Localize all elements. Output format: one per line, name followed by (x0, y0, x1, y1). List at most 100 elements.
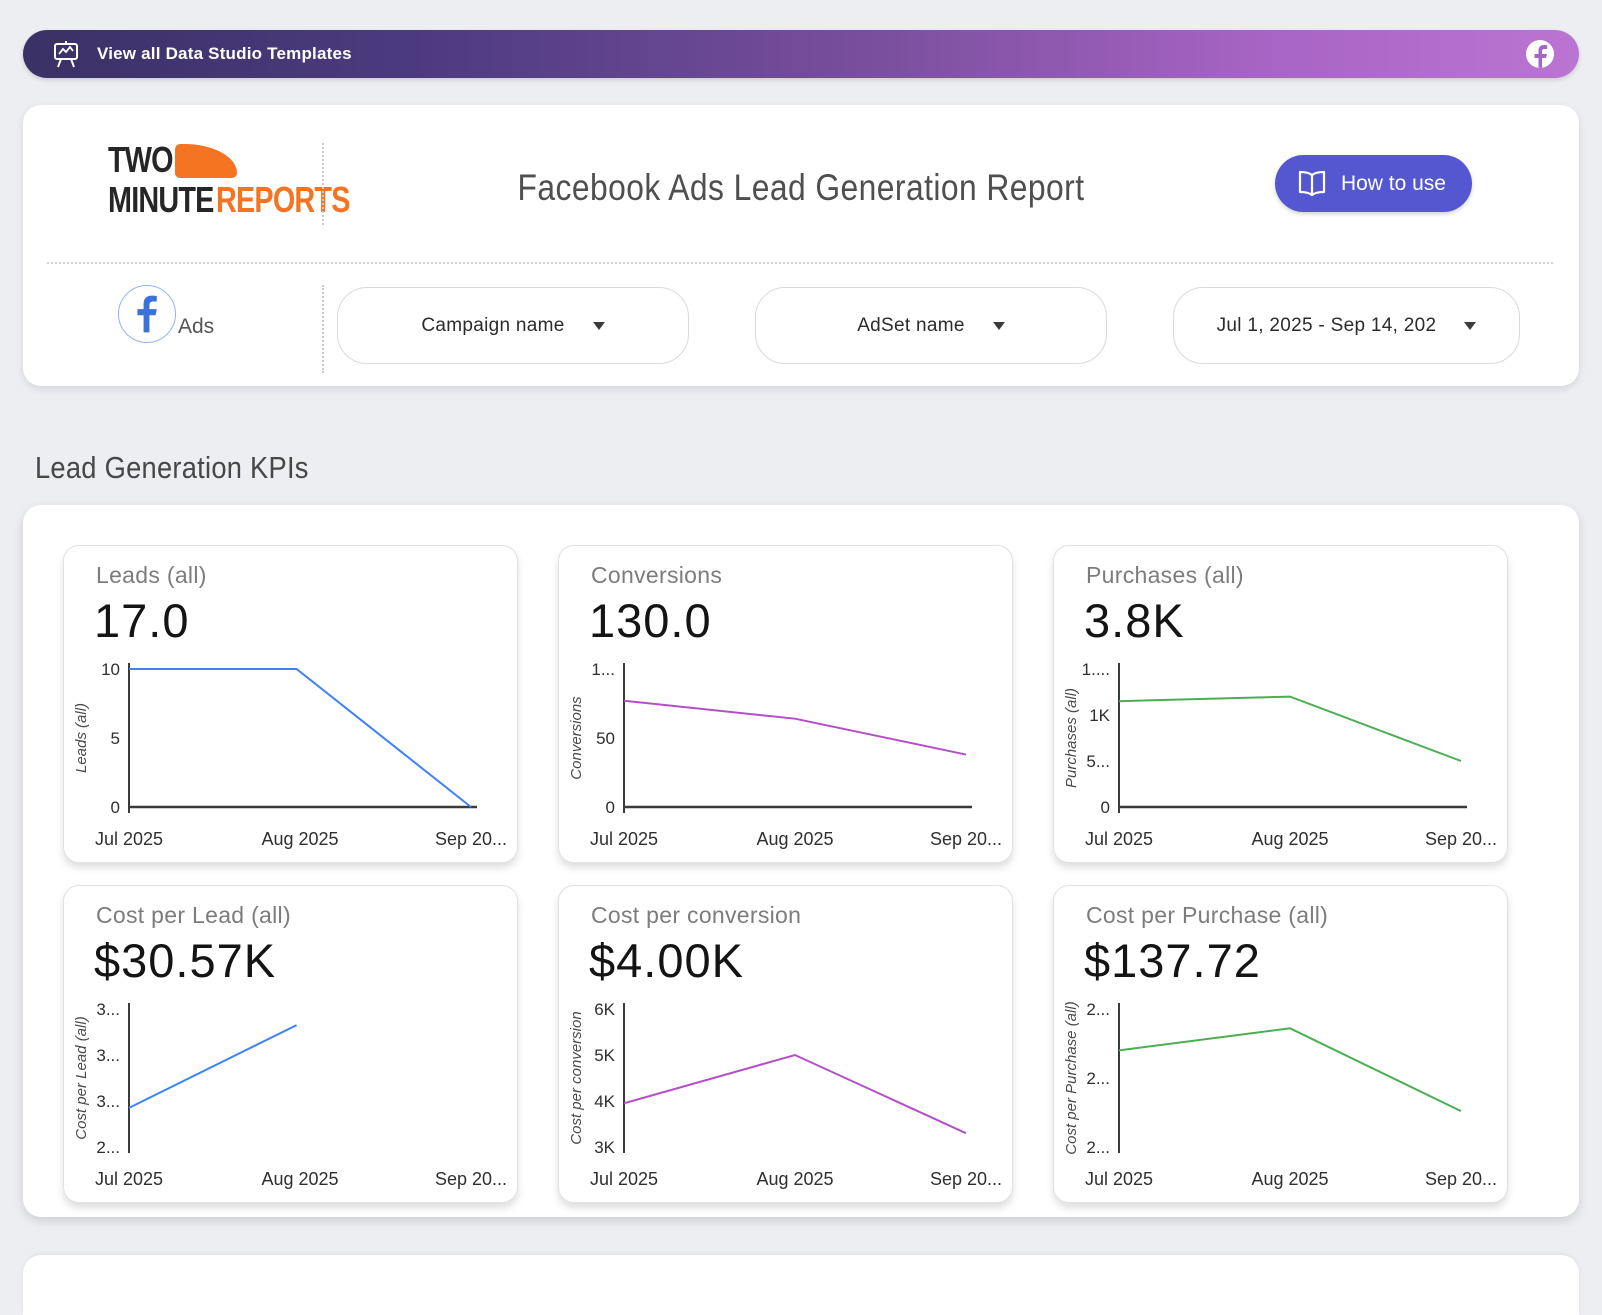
kpi-title: Leads (all) (96, 562, 517, 589)
facebook-ads-icon (118, 285, 176, 343)
adset-name-dropdown[interactable]: AdSet name (755, 287, 1107, 364)
svg-text:Cost per conversion: Cost per conversion (568, 1011, 585, 1144)
kpi-title: Cost per Purchase (all) (1086, 902, 1507, 929)
data-source-label: Ads (178, 315, 214, 339)
kpi-card-purchases: Purchases (all) 3.8K 05...1K1....Purchas… (1053, 545, 1508, 863)
svg-text:Aug 2025: Aug 2025 (1251, 1169, 1328, 1189)
svg-text:Sep 20...: Sep 20... (1425, 1169, 1497, 1189)
templates-banner[interactable]: View all Data Studio Templates (23, 30, 1579, 78)
svg-text:Jul 2025: Jul 2025 (1085, 829, 1153, 849)
svg-text:Sep 20...: Sep 20... (930, 829, 1002, 849)
chevron-down-icon (593, 322, 605, 330)
svg-text:5: 5 (111, 729, 120, 748)
chevron-down-icon (993, 322, 1005, 330)
svg-text:2...: 2... (1086, 1069, 1110, 1088)
svg-text:Jul 2025: Jul 2025 (590, 829, 658, 849)
adset-name-dropdown-label: AdSet name (857, 315, 965, 337)
svg-text:50: 50 (596, 729, 615, 748)
date-range-dropdown-label: Jul 1, 2025 - Sep 14, 202 (1217, 315, 1437, 337)
next-section-card (23, 1255, 1579, 1315)
kpi-title: Cost per Lead (all) (96, 902, 517, 929)
svg-text:Leads (all): Leads (all) (73, 703, 90, 773)
how-to-use-label: How to use (1341, 172, 1446, 196)
header-top-row: TWO MINUTE REPORTS Facebook Ads Lead Gen… (23, 105, 1579, 262)
svg-text:6K: 6K (594, 1000, 615, 1019)
svg-text:1....: 1.... (1082, 660, 1110, 679)
svg-text:Jul 2025: Jul 2025 (590, 1169, 658, 1189)
campaign-name-dropdown-label: Campaign name (421, 315, 564, 337)
date-range-dropdown[interactable]: Jul 1, 2025 - Sep 14, 202 (1173, 287, 1520, 364)
cost-per-conversion-line-chart: 3K 4K 5K 6K Cost per conversion Jul 2025 Aug 2… (559, 995, 1013, 1200)
kpi-title: Purchases (all) (1086, 562, 1507, 589)
cost-per-purchase-line-chart: 2...2...2...Cost per Purchase (all)Jul 2… (1054, 995, 1508, 1200)
two-minute-reports-logo: TWO MINUTE REPORTS (108, 142, 383, 218)
kpi-value: 130.0 (589, 593, 1012, 648)
kpi-card-cost-per-purchase: Cost per Purchase (all) $137.72 2... 2...… (1053, 885, 1508, 1203)
svg-text:0: 0 (111, 798, 120, 817)
data-source-badge: Ads (118, 285, 214, 343)
purchases-line-chart: 0 5... 1K 1....Purchases (all) Jul 2025 Aug 2… (1054, 655, 1508, 860)
svg-text:3...: 3... (96, 1046, 120, 1065)
svg-text:0: 0 (1101, 798, 1110, 817)
kpi-value: 17.0 (94, 593, 517, 648)
svg-text:Aug 2025: Aug 2025 (756, 829, 833, 849)
how-to-use-button[interactable]: How to use (1275, 155, 1472, 212)
kpi-card-conversions: Conversions 130.0 0 50 1... Conversions Jul … (558, 545, 1013, 863)
kpi-section-card: Leads (all) 17.0 0 5 10 Leads (all) Jul 2025… (23, 505, 1579, 1217)
svg-text:5K: 5K (594, 1046, 615, 1065)
book-icon (1295, 170, 1329, 198)
leads-line-chart: 0510Leads (all)Jul 2025Aug 2025Sep 20... (64, 655, 518, 860)
kpi-value: $137.72 (1084, 933, 1507, 988)
svg-text:Jul 2025: Jul 2025 (95, 1169, 163, 1189)
svg-text:Aug 2025: Aug 2025 (1251, 829, 1328, 849)
page-title: Facebook Ads Lead Generation Report (416, 167, 1187, 209)
kpi-card-cost-per-conversion: Cost per conversion $4.00K 3K 4K 5K 6K Cost … (558, 885, 1013, 1203)
kpi-title: Conversions (591, 562, 1012, 589)
dashboard-page: View all Data Studio Templates TWO MINUT… (0, 0, 1602, 1300)
facebook-icon[interactable] (1525, 39, 1555, 69)
kpi-card-leads: Leads (all) 17.0 0510Leads (all)Jul 2025… (63, 545, 518, 863)
svg-text:2...: 2... (1086, 1138, 1110, 1157)
kpi-value: 3.8K (1084, 593, 1507, 648)
svg-text:Jul 2025: Jul 2025 (1085, 1169, 1153, 1189)
svg-text:3...: 3... (96, 1000, 120, 1019)
svg-text:Sep 20...: Sep 20... (435, 829, 507, 849)
section-title: Lead Generation KPIs (35, 450, 309, 486)
kpi-value: $4.00K (589, 933, 1012, 988)
svg-text:0: 0 (606, 798, 615, 817)
svg-text:Sep 20...: Sep 20... (435, 1169, 507, 1189)
header-vertical-divider (322, 143, 324, 225)
svg-text:Aug 2025: Aug 2025 (261, 1169, 338, 1189)
svg-text:Conversions: Conversions (568, 696, 585, 780)
kpi-title: Cost per conversion (591, 902, 1012, 929)
svg-text:Aug 2025: Aug 2025 (261, 829, 338, 849)
presentation-chart-icon (51, 39, 81, 69)
logo-word-two: TWO (108, 142, 173, 178)
logo-quarter-circle-mark (175, 144, 237, 178)
conversions-line-chart: 0 50 1... Conversions Jul 2025 Aug 2025 Sep 20… (559, 655, 1013, 860)
svg-text:Sep 20...: Sep 20... (930, 1169, 1002, 1189)
svg-text:3K: 3K (594, 1138, 615, 1157)
svg-text:Aug 2025: Aug 2025 (756, 1169, 833, 1189)
svg-text:10: 10 (101, 660, 120, 679)
logo-word-minute: MINUTE (108, 182, 214, 218)
svg-text:4K: 4K (594, 1092, 615, 1111)
svg-text:Purchases (all): Purchases (all) (1063, 688, 1080, 788)
report-header-card: TWO MINUTE REPORTS Facebook Ads Lead Gen… (23, 105, 1579, 386)
logo-word-reports: REPORTS (216, 182, 350, 218)
svg-text:Cost per Lead (all): Cost per Lead (all) (73, 1016, 90, 1139)
campaign-name-dropdown[interactable]: Campaign name (337, 287, 689, 364)
svg-text:2...: 2... (96, 1138, 120, 1157)
banner-label: View all Data Studio Templates (97, 44, 352, 64)
header-dotted-divider (47, 262, 1553, 264)
svg-text:1...: 1... (591, 660, 615, 679)
svg-text:Cost per Purchase (all): Cost per Purchase (all) (1063, 1001, 1080, 1154)
kpi-card-cost-per-lead: Cost per Lead (all) $30.57K 2... 3... 3...… (63, 885, 518, 1203)
svg-text:5...: 5... (1086, 752, 1110, 771)
svg-text:1K: 1K (1089, 706, 1110, 725)
cost-per-lead-line-chart: 2...3...3...3...Cost per Lead (all)Jul 2… (64, 995, 518, 1200)
kpi-value: $30.57K (94, 933, 517, 988)
svg-text:Sep 20...: Sep 20... (1425, 829, 1497, 849)
chevron-down-icon (1464, 322, 1476, 330)
filter-vertical-divider (322, 285, 324, 373)
